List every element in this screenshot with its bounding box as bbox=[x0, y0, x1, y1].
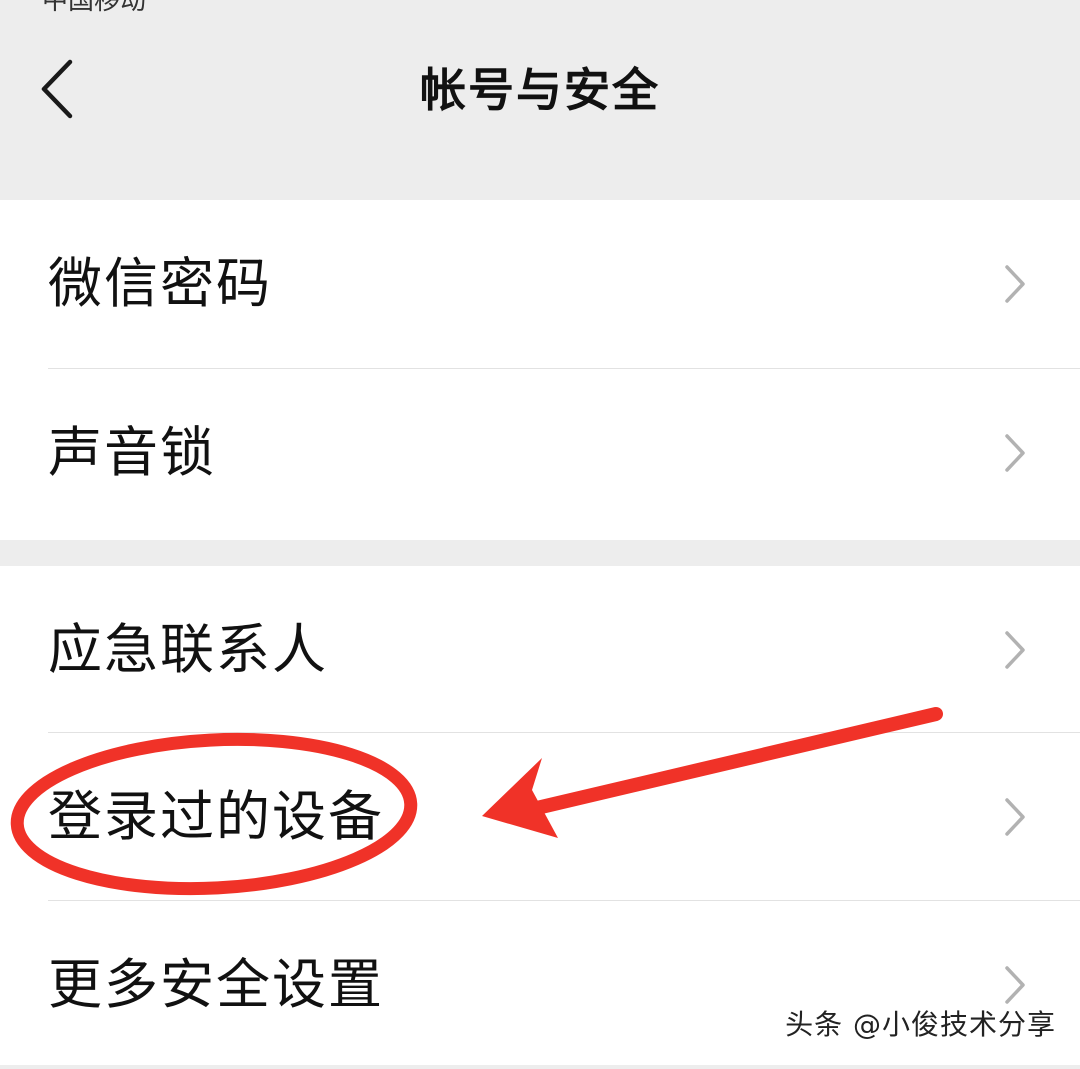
list-item-wechat-password[interactable]: 微信密码 bbox=[0, 200, 1080, 368]
list-item-emergency-contacts[interactable]: 应急联系人 bbox=[0, 566, 1080, 734]
list-item-label: 微信密码 bbox=[48, 252, 272, 315]
watermark: 头条 @小俊技术分享 bbox=[785, 1008, 1056, 1041]
chevron-right-icon bbox=[1005, 966, 1025, 1004]
list-item-more-security-settings[interactable]: 更多安全设置 bbox=[0, 901, 1080, 1069]
list-item-label: 声音锁 bbox=[48, 421, 216, 484]
list-item-label: 应急联系人 bbox=[48, 618, 328, 681]
list-item-label: 更多安全设置 bbox=[48, 953, 384, 1016]
list-item-voice-lock[interactable]: 声音锁 bbox=[0, 369, 1080, 537]
chevron-right-icon bbox=[1005, 265, 1025, 303]
page-title: 帐号与安全 bbox=[420, 63, 660, 117]
carrier-label: 中国移动 bbox=[42, 0, 147, 16]
list-item-label: 登录过的设备 bbox=[48, 785, 384, 848]
status-bar: 中国移动 bbox=[0, 0, 1080, 22]
chevron-right-icon bbox=[1005, 434, 1025, 472]
settings-group-2: 应急联系人 登录过的设备 更多安全设置 bbox=[0, 566, 1080, 1065]
list-item-logged-in-devices[interactable]: 登录过的设备 bbox=[0, 733, 1080, 901]
nav-bar: 帐号与安全 bbox=[0, 22, 1080, 162]
chevron-right-icon bbox=[1005, 631, 1025, 669]
chevron-right-icon bbox=[1005, 798, 1025, 836]
settings-group-1: 微信密码 声音锁 bbox=[0, 200, 1080, 540]
